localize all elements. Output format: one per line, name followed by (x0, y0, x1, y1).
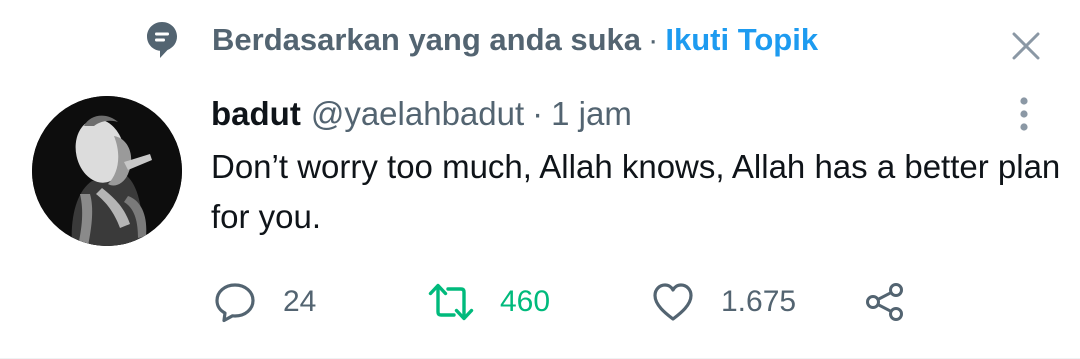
like-count: 1.675 (721, 285, 797, 318)
tweet-card[interactable]: Berdasarkan yang anda suka · Ikuti Topik… (0, 0, 1080, 359)
tweet-text: Don’t worry too much, Allah knows, Allah… (211, 148, 1061, 235)
reply-icon (215, 283, 255, 323)
avatar[interactable] (32, 96, 182, 246)
share-button[interactable] (862, 277, 908, 327)
display-name[interactable]: badut (211, 95, 301, 133)
tweet-header: badut @yaelahbadut · 1 jam (211, 92, 632, 136)
topic-bubble-icon (145, 20, 179, 60)
retweet-count: 460 (500, 285, 551, 318)
retweet-button[interactable]: 460 (428, 277, 550, 327)
reply-count: 24 (283, 285, 317, 318)
more-options-button[interactable] (1008, 92, 1040, 136)
user-handle[interactable]: @yaelahbadut (311, 95, 524, 133)
heart-icon (653, 283, 693, 321)
context-separator: · (648, 22, 659, 57)
context-label: Berdasarkan yang anda suka (212, 22, 642, 57)
more-vertical-icon (1020, 97, 1028, 131)
timestamp[interactable]: 1 jam (551, 95, 632, 133)
like-button[interactable]: 1.675 (651, 277, 796, 327)
reply-button[interactable]: 24 (213, 277, 316, 327)
retweet-icon (428, 283, 474, 321)
follow-topic-link[interactable]: Ikuti Topik (665, 22, 818, 58)
close-icon (1012, 32, 1040, 60)
time-separator: · (532, 95, 544, 132)
social-context: Berdasarkan yang anda suka · Ikuti Topik (145, 18, 818, 62)
dismiss-button[interactable] (1004, 24, 1048, 68)
share-icon (866, 283, 903, 321)
